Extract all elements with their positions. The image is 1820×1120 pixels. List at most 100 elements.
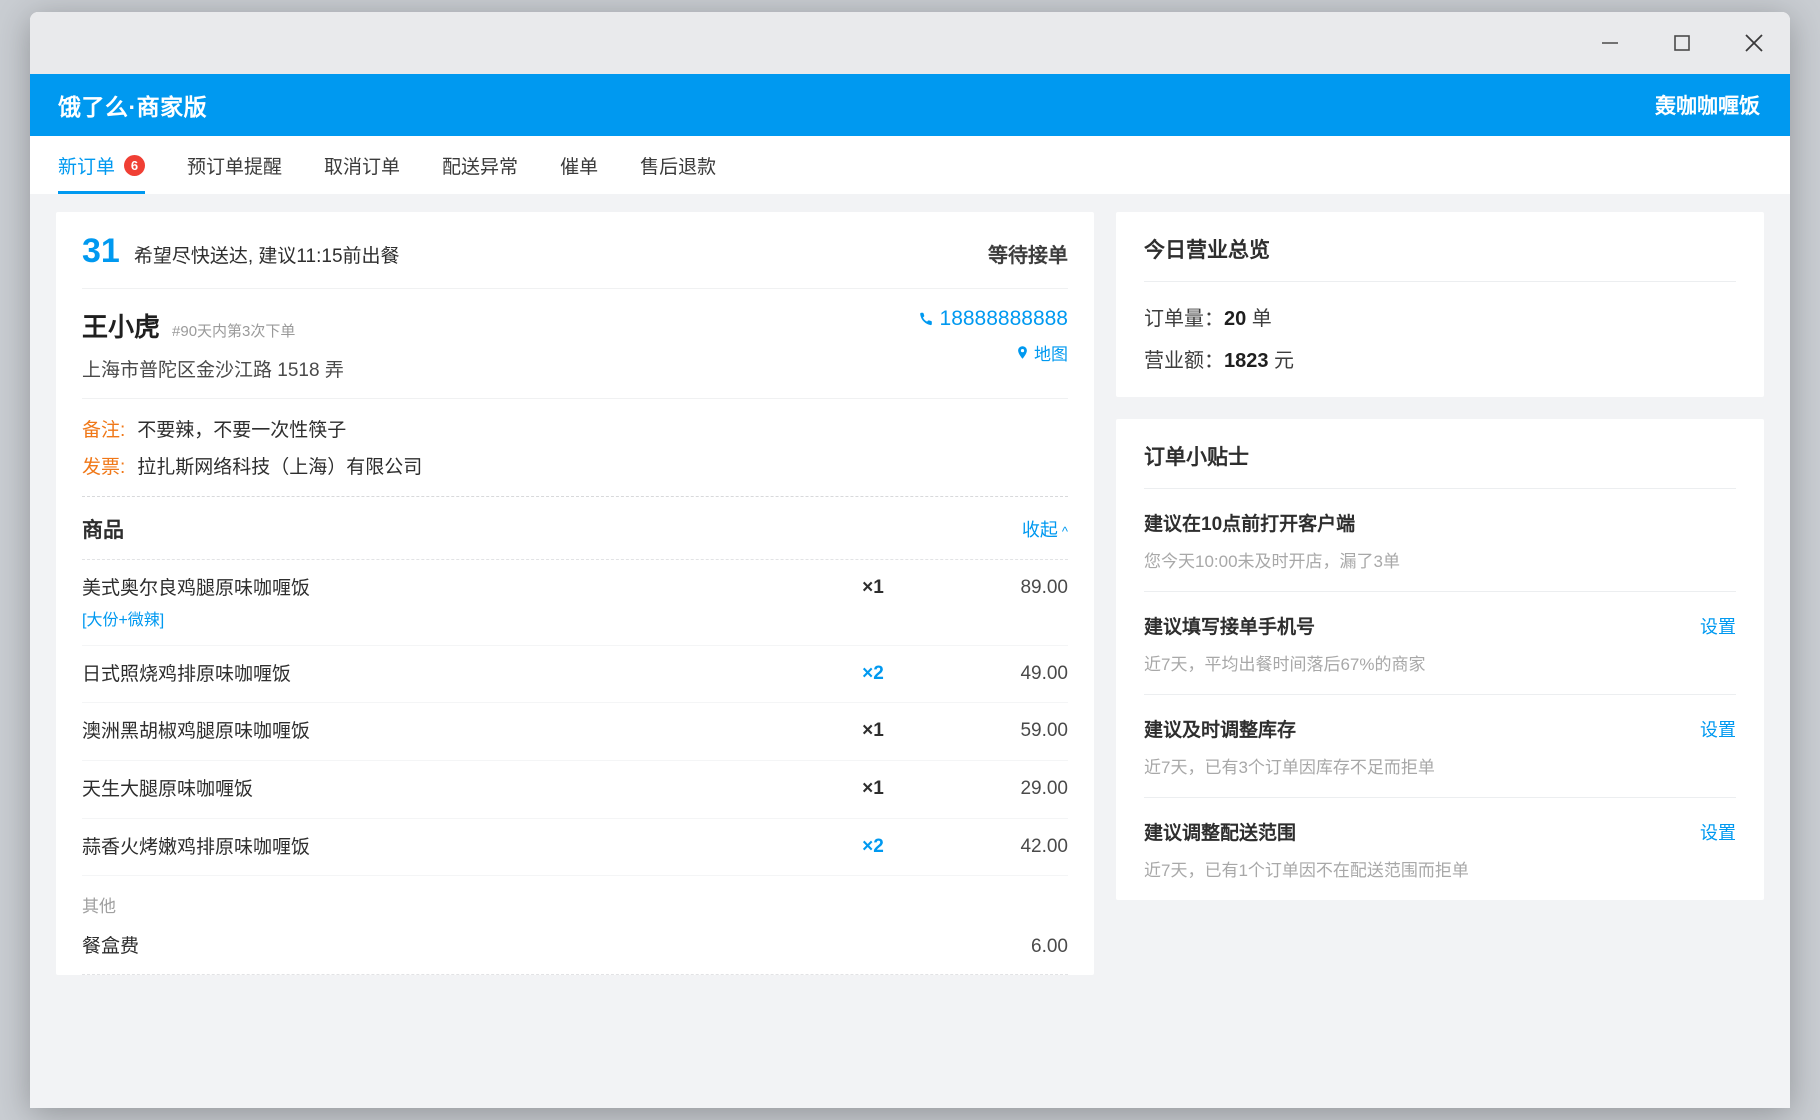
order-eta-text: 希望尽快送达, 建议11:15前出餐 — [134, 241, 400, 268]
revenue-label: 营业额： — [1144, 350, 1224, 372]
other-fees-label: 其他 — [82, 876, 1068, 917]
close-button[interactable] — [1718, 12, 1790, 74]
order-header-left: 31 希望尽快送达, 建议11:15前出餐 — [82, 234, 400, 268]
tip-head: 建议在10点前打开客户端 — [1144, 509, 1736, 536]
main-tabbar: 新订单6 预订单提醒 取消订单 配送异常 催单 售后退款 — [30, 136, 1790, 194]
order-sequence-number: 31 — [82, 234, 120, 268]
order-tips-panel: 订单小贴士 建议在10点前打开客户端您今天10:00未及时开店，漏了3单建议填写… — [1116, 419, 1764, 900]
goods-item-row: 澳洲黑胡椒鸡腿原味咖喱饭×159.00 — [82, 703, 1068, 761]
today-overview-body: 订单量：20 单 营业额：1823 元 — [1144, 282, 1736, 397]
order-count-label: 订单量： — [1144, 308, 1224, 330]
customer-block: 王小虎 #90天内第3次下单 上海市普陀区金沙江路 1518 弄 1888888… — [82, 289, 1068, 399]
tab-label: 售后退款 — [640, 152, 716, 179]
order-header-row: 31 希望尽快送达, 建议11:15前出餐 等待接单 — [82, 212, 1068, 289]
revenue-value: 1823 — [1224, 350, 1269, 372]
maximize-icon — [1671, 32, 1693, 54]
tip-head: 建议调整配送范围设置 — [1144, 818, 1736, 845]
view-map-link[interactable]: 地图 — [918, 340, 1068, 365]
customer-phone-number: 18888888888 — [940, 307, 1068, 331]
app-title: 饿了么·商家版 — [58, 88, 207, 122]
goods-item-quantity: ×1 — [798, 576, 948, 599]
maximize-button[interactable] — [1646, 12, 1718, 74]
goods-item-name: 日式照烧鸡排原味咖喱饭 — [82, 662, 798, 688]
sidebar-column: 今日营业总览 订单量：20 单 营业额：1823 元 订单小贴士 建议在10点前… — [1116, 212, 1764, 1108]
tab-2[interactable]: 取消订单 — [324, 136, 400, 194]
goods-item-name: 澳洲黑胡椒鸡腿原味咖喱饭 — [82, 719, 798, 745]
minimize-button[interactable] — [1574, 12, 1646, 74]
tip-subtitle: 近7天，已有1个订单因不在配送范围而拒单 — [1144, 856, 1736, 881]
goods-item-name-wrap: 天生大腿原味咖喱饭 — [82, 777, 798, 803]
customer-order-count-tag: #90天内第3次下单 — [172, 320, 295, 341]
order-count-value: 20 — [1224, 308, 1246, 330]
goods-item-list: 美式奥尔良鸡腿原味咖喱饭[大份+微辣]×189.00日式照烧鸡排原味咖喱饭×24… — [82, 560, 1068, 876]
tip-subtitle: 近7天，已有3个订单因库存不足而拒单 — [1144, 753, 1736, 778]
order-status-badge: 等待接单 — [988, 239, 1068, 268]
app-window: 饿了么·商家版 轰咖咖喱饭 新订单6 预订单提醒 取消订单 配送异常 催单 售后退款 31… — [30, 12, 1790, 1108]
customer-contact: 18888888888 地图 — [918, 307, 1068, 382]
order-list-column: 31 希望尽快送达, 建议11:15前出餐 等待接单 王小虎 #90天内第3次下… — [56, 212, 1094, 1108]
order-tips-title: 订单小贴士 — [1144, 419, 1736, 489]
tab-0[interactable]: 新订单6 — [58, 136, 145, 194]
goods-item-quantity: ×1 — [798, 777, 948, 800]
goods-item-spec: [大份+微辣] — [82, 606, 798, 630]
goods-item-price: 59.00 — [948, 719, 1068, 742]
tab-label: 预订单提醒 — [187, 152, 282, 179]
customer-address: 上海市普陀区金沙江路 1518 弄 — [82, 355, 344, 382]
goods-collapse-label: 收起 — [1022, 520, 1058, 540]
goods-section-title: 商品 — [82, 514, 124, 544]
window-titlebar — [30, 12, 1790, 74]
app-header: 饿了么·商家版 轰咖咖喱饭 — [30, 74, 1790, 136]
order-count-line: 订单量：20 单 — [1144, 302, 1736, 331]
tab-label: 取消订单 — [324, 152, 400, 179]
order-remark-label: 备注: — [82, 415, 125, 442]
order-invoice-value: 拉扎斯网络科技（上海）有限公司 — [137, 452, 422, 479]
goods-item-row: 日式照烧鸡排原味咖喱饭×249.00 — [82, 646, 1068, 704]
revenue-line: 营业额：1823 元 — [1144, 344, 1736, 373]
tab-3[interactable]: 配送异常 — [442, 136, 518, 194]
tab-1[interactable]: 预订单提醒 — [187, 136, 282, 194]
minimize-icon — [1599, 32, 1621, 54]
fee-list: 餐盒费6.00 — [82, 917, 1068, 975]
shop-name[interactable]: 轰咖咖喱饭 — [1655, 90, 1760, 120]
goods-item-name-wrap: 澳洲黑胡椒鸡腿原味咖喱饭 — [82, 719, 798, 745]
tab-label: 配送异常 — [442, 152, 518, 179]
tip-row: 建议及时调整库存 设置近7天，已有3个订单因库存不足而拒单 — [1144, 695, 1736, 798]
tip-settings-link[interactable]: 设置 — [1700, 613, 1736, 639]
fee-label: 餐盒费 — [82, 931, 139, 958]
location-pin-icon — [1015, 345, 1030, 360]
goods-item-name: 美式奥尔良鸡腿原味咖喱饭 — [82, 576, 798, 602]
order-remark-row: 备注: 不要辣，不要一次性筷子 — [82, 415, 1068, 442]
tab-4[interactable]: 催单 — [560, 136, 598, 194]
tab-5[interactable]: 售后退款 — [640, 136, 716, 194]
tip-title: 建议及时调整库存 — [1144, 715, 1296, 742]
goods-item-row: 蒜香火烤嫩鸡排原味咖喱饭×242.00 — [82, 819, 1068, 877]
order-card: 31 希望尽快送达, 建议11:15前出餐 等待接单 王小虎 #90天内第3次下… — [56, 212, 1094, 975]
goods-item-price: 89.00 — [948, 576, 1068, 599]
today-overview-panel: 今日营业总览 订单量：20 单 营业额：1823 元 — [1116, 212, 1764, 397]
order-invoice-row: 发票: 拉扎斯网络科技（上海）有限公司 — [82, 452, 1068, 479]
tip-settings-link[interactable]: 设置 — [1700, 716, 1736, 742]
goods-item-name: 蒜香火烤嫩鸡排原味咖喱饭 — [82, 835, 798, 861]
tab-badge: 6 — [124, 155, 145, 176]
close-icon — [1742, 31, 1766, 55]
customer-name: 王小虎 — [82, 307, 160, 344]
goods-item-name-wrap: 蒜香火烤嫩鸡排原味咖喱饭 — [82, 835, 798, 861]
goods-item-name-wrap: 美式奥尔良鸡腿原味咖喱饭 [大份+微辣] — [82, 576, 798, 630]
goods-item-quantity: ×2 — [798, 835, 948, 858]
goods-item-price: 29.00 — [948, 777, 1068, 800]
tip-settings-link[interactable]: 设置 — [1700, 819, 1736, 845]
tip-row: 建议在10点前打开客户端您今天10:00未及时开店，漏了3单 — [1144, 489, 1736, 592]
fee-row: 餐盒费6.00 — [82, 917, 1068, 975]
order-tips-list: 建议在10点前打开客户端您今天10:00未及时开店，漏了3单建议填写接单手机号设… — [1144, 489, 1736, 900]
goods-item-price: 49.00 — [948, 662, 1068, 685]
phone-icon — [918, 311, 935, 328]
goods-item-quantity: ×2 — [798, 662, 948, 685]
goods-section-header: 商品 收起^ — [82, 497, 1068, 560]
tip-head: 建议填写接单手机号设置 — [1144, 612, 1736, 639]
tab-label: 催单 — [560, 152, 598, 179]
customer-phone-link[interactable]: 18888888888 — [918, 307, 1068, 331]
goods-collapse-toggle[interactable]: 收起^ — [1022, 516, 1068, 542]
goods-item-quantity: ×1 — [798, 719, 948, 742]
order-invoice-label: 发票: — [82, 452, 125, 479]
view-map-label: 地图 — [1034, 340, 1068, 365]
